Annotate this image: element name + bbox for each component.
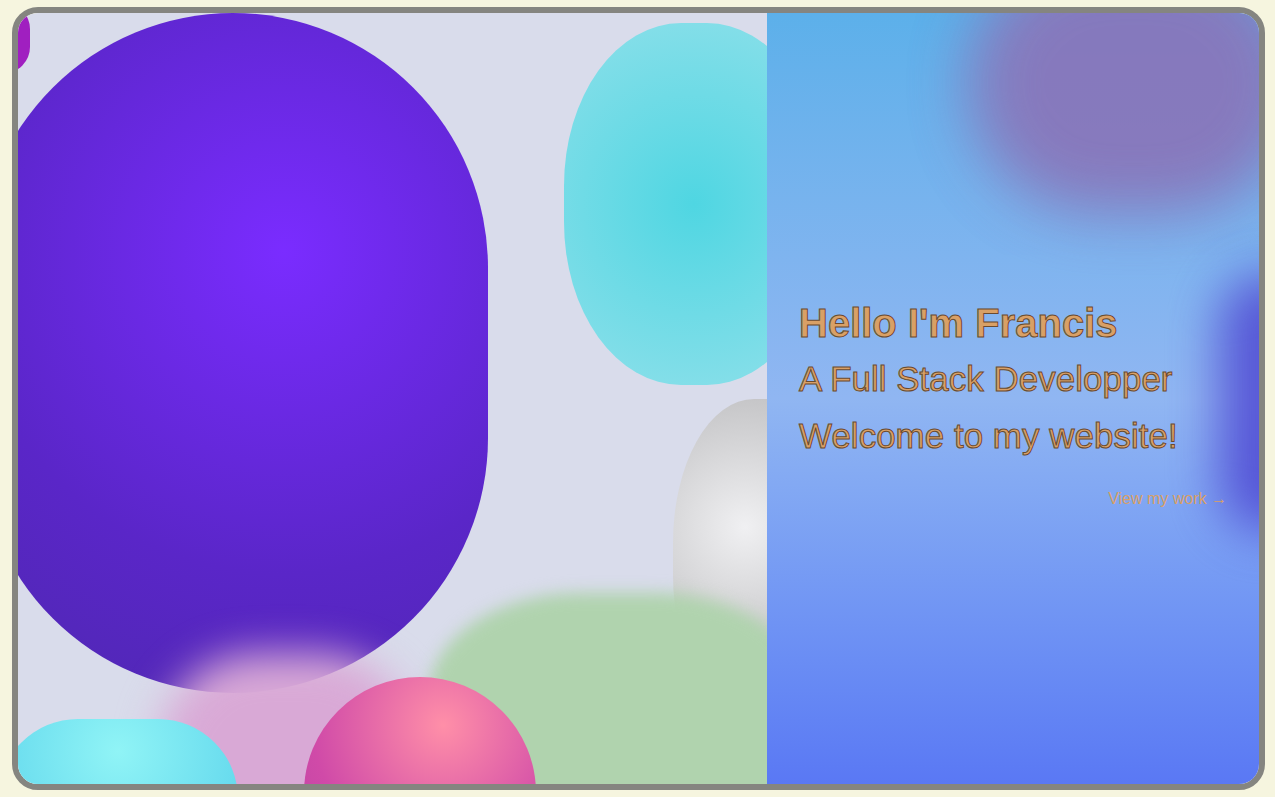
view-work-link[interactable]: View my work →	[1108, 487, 1227, 511]
hero-panel: Hello I'm FrancisA Full Stack Developper…	[767, 13, 1259, 784]
purple-blob	[18, 13, 488, 693]
background-picture	[18, 13, 767, 784]
cyan-blob	[564, 23, 767, 385]
hero-text: Hello I'm FrancisA Full Stack Developper…	[799, 287, 1227, 511]
subtitle: A Full Stack Developper	[799, 349, 1227, 409]
frame: Hello I'm FrancisA Full Stack Developper…	[12, 7, 1265, 790]
magenta-blob	[18, 13, 30, 73]
page: Hello I'm FrancisA Full Stack Developper…	[0, 0, 1275, 797]
greeting: Hello I'm Francis	[799, 297, 1227, 349]
purple-glow	[969, 13, 1259, 213]
welcome: Welcome to my website!	[799, 409, 1227, 463]
